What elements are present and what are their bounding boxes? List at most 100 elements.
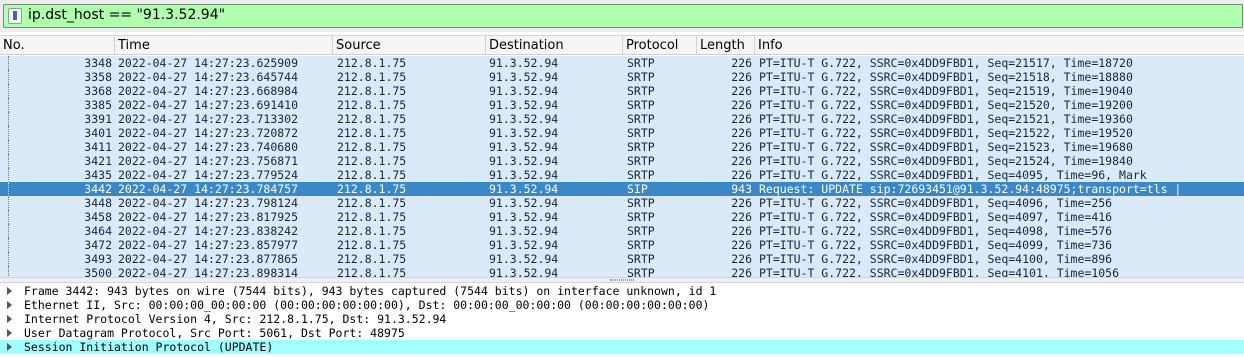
column-header-destination[interactable]: Destination — [486, 36, 623, 55]
packet-cell-time: 2022-04-27 14:27:23.691410 — [118, 98, 299, 112]
packet-cell-no: 3385 — [84, 98, 112, 112]
packet-cell-length: 226 — [731, 140, 752, 154]
packet-cell-info: PT=ITU-T G.722, SSRC=0x4DD9FBD1, Seq=409… — [759, 210, 1113, 224]
packet-cell-source: 212.8.1.75 — [337, 252, 407, 266]
expand-arrow-icon[interactable] — [7, 301, 12, 309]
packet-row[interactable]: 3411 2022-04-27 14:27:23.740680 212.8.1.75… — [0, 140, 1244, 154]
packet-row[interactable]: 3421 2022-04-27 14:27:23.756871 212.8.1.75… — [0, 154, 1244, 168]
packet-row[interactable]: 3448 2022-04-27 14:27:23.798124 212.8.1.75… — [0, 196, 1244, 210]
column-header-length[interactable]: Length — [697, 36, 755, 55]
packet-cell-length: 226 — [731, 84, 752, 98]
packet-cell-source: 212.8.1.75 — [337, 210, 407, 224]
packet-cell-protocol: SRTP — [627, 154, 655, 168]
packet-cell-destination: 91.3.52.94 — [489, 70, 559, 84]
expand-arrow-icon[interactable] — [7, 329, 12, 337]
packet-row-selected[interactable]: 3442 2022-04-27 14:27:23.784757 212.8.1.75… — [0, 182, 1244, 196]
detail-tree-label: Internet Protocol Version 4, Src: 212.8.… — [24, 312, 447, 326]
packet-row[interactable]: 3401 2022-04-27 14:27:23.720872 212.8.1.75… — [0, 126, 1244, 140]
packet-cell-no: 3411 — [84, 140, 112, 154]
column-header-info[interactable]: Info — [755, 36, 1244, 55]
packet-list[interactable]: 3348 2022-04-27 14:27:23.625909 212.8.1.75… — [0, 55, 1244, 277]
expand-arrow-icon[interactable] — [7, 343, 12, 351]
packet-cell-source: 212.8.1.75 — [337, 140, 407, 154]
packet-cell-time: 2022-04-27 14:27:23.756871 — [118, 154, 299, 168]
packet-cell-protocol: SRTP — [627, 126, 655, 140]
packet-cell-protocol: SRTP — [627, 196, 655, 210]
packet-cell-destination: 91.3.52.94 — [489, 84, 559, 98]
packet-cell-no: 3421 — [84, 154, 112, 168]
packet-row[interactable]: 3348 2022-04-27 14:27:23.625909 212.8.1.75… — [0, 56, 1244, 70]
packet-cell-info: PT=ITU-T G.722, SSRC=0x4DD9FBD1, Seq=410… — [759, 252, 1113, 266]
column-header-time[interactable]: Time — [115, 36, 333, 55]
packet-cell-no: 3401 — [84, 126, 112, 140]
packet-details-pane[interactable]: Frame 3442: 943 bytes on wire (7544 bits… — [0, 283, 1244, 357]
packet-row[interactable]: 3368 2022-04-27 14:27:23.668984 212.8.1.75… — [0, 84, 1244, 98]
packet-cell-destination: 91.3.52.94 — [489, 196, 559, 210]
packet-row[interactable]: 3464 2022-04-27 14:27:23.838242 212.8.1.75… — [0, 224, 1244, 238]
packet-cell-protocol: SRTP — [627, 56, 655, 70]
packet-cell-length: 226 — [731, 252, 752, 266]
packet-cell-source: 212.8.1.75 — [337, 126, 407, 140]
packet-cell-length: 226 — [731, 168, 752, 182]
packet-row[interactable]: 3358 2022-04-27 14:27:23.645744 212.8.1.75… — [0, 70, 1244, 84]
packet-row[interactable]: 3500 2022-04-27 14:27:23.898314 212.8.1.75… — [0, 266, 1244, 277]
detail-tree-item[interactable]: Session Initiation Protocol (UPDATE) — [0, 340, 1244, 354]
packet-cell-length: 226 — [731, 56, 752, 70]
packet-cell-protocol: SRTP — [627, 266, 655, 277]
packet-cell-no: 3500 — [84, 266, 112, 277]
packet-cell-protocol: SRTP — [627, 252, 655, 266]
packet-cell-info: PT=ITU-T G.722, SSRC=0x4DD9FBD1, Seq=215… — [759, 84, 1133, 98]
bookmark-icon[interactable] — [8, 8, 22, 24]
packet-cell-info: PT=ITU-T G.722, SSRC=0x4DD9FBD1, Seq=215… — [759, 140, 1133, 154]
detail-tree-item[interactable]: User Datagram Protocol, Src Port: 5061, … — [0, 326, 1244, 340]
packet-row[interactable]: 3472 2022-04-27 14:27:23.857977 212.8.1.75… — [0, 238, 1244, 252]
packet-cell-no: 3464 — [84, 224, 112, 238]
packet-cell-info: PT=ITU-T G.722, SSRC=0x4DD9FBD1, Seq=409… — [759, 196, 1113, 210]
detail-tree-item[interactable]: Internet Protocol Version 4, Src: 212.8.… — [0, 312, 1244, 326]
expand-arrow-icon[interactable] — [7, 315, 12, 323]
packet-cell-destination: 91.3.52.94 — [489, 210, 559, 224]
packet-row[interactable]: 3458 2022-04-27 14:27:23.817925 212.8.1.75… — [0, 210, 1244, 224]
packet-cell-no: 3472 — [84, 238, 112, 252]
display-filter-input[interactable]: ip.dst_host == "91.3.52.94" — [3, 4, 1243, 28]
packet-cell-info: PT=ITU-T G.722, SSRC=0x4DD9FBD1, Seq=215… — [759, 126, 1133, 140]
packet-cell-info: PT=ITU-T G.722, SSRC=0x4DD9FBD1, Seq=409… — [759, 238, 1113, 252]
detail-tree-item[interactable]: Frame 3442: 943 bytes on wire (7544 bits… — [0, 284, 1244, 298]
column-header-no[interactable]: No. — [0, 36, 115, 55]
packet-cell-destination: 91.3.52.94 — [489, 238, 559, 252]
packet-cell-source: 212.8.1.75 — [337, 98, 407, 112]
packet-cell-no: 3348 — [84, 56, 112, 70]
packet-cell-source: 212.8.1.75 — [337, 56, 407, 70]
packet-list-header: No. Time Source Destination Protocol Len… — [0, 35, 1244, 55]
packet-row[interactable]: 3385 2022-04-27 14:27:23.691410 212.8.1.75… — [0, 98, 1244, 112]
packet-cell-source: 212.8.1.75 — [337, 112, 407, 126]
packet-cell-destination: 91.3.52.94 — [489, 252, 559, 266]
column-header-source[interactable]: Source — [333, 36, 486, 55]
packet-cell-length: 226 — [731, 70, 752, 84]
packet-cell-no: 3442 — [84, 182, 112, 196]
packet-cell-length: 943 — [731, 182, 752, 196]
packet-cell-no: 3391 — [84, 112, 112, 126]
detail-tree-item[interactable]: Ethernet II, Src: 00:00:00_00:00:00 (00:… — [0, 298, 1244, 312]
packet-cell-destination: 91.3.52.94 — [489, 140, 559, 154]
packet-cell-source: 212.8.1.75 — [337, 182, 407, 196]
packet-row[interactable]: 3391 2022-04-27 14:27:23.713302 212.8.1.75… — [0, 112, 1244, 126]
packet-cell-time: 2022-04-27 14:27:23.784757 — [118, 182, 299, 196]
packet-row[interactable]: 3493 2022-04-27 14:27:23.877865 212.8.1.75… — [0, 252, 1244, 266]
packet-cell-destination: 91.3.52.94 — [489, 168, 559, 182]
packet-cell-no: 3458 — [84, 210, 112, 224]
packet-cell-destination: 91.3.52.94 — [489, 266, 559, 277]
packet-cell-info: PT=ITU-T G.722, SSRC=0x4DD9FBD1, Seq=215… — [759, 154, 1133, 168]
detail-tree-label: Ethernet II, Src: 00:00:00_00:00:00 (00:… — [24, 298, 710, 312]
packet-cell-time: 2022-04-27 14:27:23.713302 — [118, 112, 299, 126]
display-filter-toolbar: ip.dst_host == "91.3.52.94" — [0, 0, 1244, 32]
packet-cell-time: 2022-04-27 14:27:23.668984 — [118, 84, 299, 98]
packet-cell-length: 226 — [731, 126, 752, 140]
expand-arrow-icon[interactable] — [7, 287, 12, 295]
packet-cell-destination: 91.3.52.94 — [489, 112, 559, 126]
packet-cell-source: 212.8.1.75 — [337, 84, 407, 98]
packet-cell-info: PT=ITU-T G.722, SSRC=0x4DD9FBD1, Seq=215… — [759, 70, 1133, 84]
splitter-grip[interactable] — [610, 279, 634, 281]
packet-row[interactable]: 3435 2022-04-27 14:27:23.779524 212.8.1.75… — [0, 168, 1244, 182]
column-header-protocol[interactable]: Protocol — [623, 36, 697, 55]
